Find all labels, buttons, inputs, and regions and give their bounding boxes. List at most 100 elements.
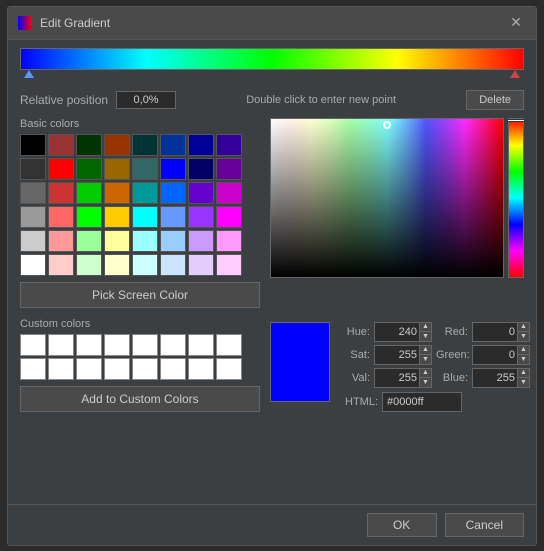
basic-color-swatch[interactable] [160, 254, 186, 276]
blue-spin-down[interactable]: ▼ [518, 378, 529, 387]
basic-color-swatch[interactable] [132, 134, 158, 156]
saturation-value-picker[interactable] [270, 118, 504, 278]
ok-button[interactable]: OK [367, 513, 437, 537]
basic-color-swatch[interactable] [216, 134, 242, 156]
custom-color-swatch[interactable] [76, 358, 102, 380]
basic-color-swatch[interactable] [216, 182, 242, 204]
basic-color-swatch[interactable] [216, 158, 242, 180]
custom-color-swatch[interactable] [76, 334, 102, 356]
delete-button[interactable]: Delete [466, 90, 524, 110]
basic-color-swatch[interactable] [160, 158, 186, 180]
basic-color-swatch[interactable] [188, 158, 214, 180]
red-spin-down[interactable]: ▼ [518, 332, 529, 341]
basic-color-swatch[interactable] [188, 254, 214, 276]
val-spin-down[interactable]: ▼ [420, 378, 431, 387]
basic-color-swatch[interactable] [104, 254, 130, 276]
basic-color-swatch[interactable] [132, 230, 158, 252]
color-controls: Hue: ▲ ▼ Red: ▲ [270, 318, 530, 412]
basic-color-swatch[interactable] [160, 182, 186, 204]
basic-color-swatch[interactable] [48, 158, 74, 180]
sat-spin-down[interactable]: ▼ [420, 355, 431, 364]
basic-color-swatch[interactable] [48, 206, 74, 228]
custom-color-swatch[interactable] [104, 334, 130, 356]
basic-color-swatch[interactable] [76, 182, 102, 204]
basic-color-swatch[interactable] [188, 206, 214, 228]
basic-color-swatch[interactable] [76, 254, 102, 276]
basic-color-swatch[interactable] [104, 158, 130, 180]
basic-color-swatch[interactable] [20, 254, 46, 276]
basic-color-swatch[interactable] [216, 254, 242, 276]
red-spin-up[interactable]: ▲ [518, 323, 529, 333]
custom-color-swatch[interactable] [160, 334, 186, 356]
blue-input[interactable] [472, 368, 518, 388]
basic-color-swatch[interactable] [132, 158, 158, 180]
basic-color-swatch[interactable] [20, 134, 46, 156]
hue-spin-up[interactable]: ▲ [420, 323, 431, 333]
basic-color-swatch[interactable] [76, 158, 102, 180]
basic-color-swatch[interactable] [48, 134, 74, 156]
custom-color-swatch[interactable] [48, 334, 74, 356]
basic-color-swatch[interactable] [20, 158, 46, 180]
basic-color-swatch[interactable] [20, 206, 46, 228]
relative-position-input[interactable] [116, 91, 176, 109]
basic-color-swatch[interactable] [132, 254, 158, 276]
gradient-marker-left[interactable] [24, 70, 34, 78]
val-spin-up[interactable]: ▲ [420, 369, 431, 379]
basic-color-swatch[interactable] [132, 206, 158, 228]
basic-color-swatch[interactable] [160, 206, 186, 228]
custom-color-swatch[interactable] [188, 358, 214, 380]
basic-color-swatch[interactable] [104, 206, 130, 228]
basic-color-swatch[interactable] [48, 230, 74, 252]
green-input[interactable] [472, 345, 518, 365]
relative-position-label: Relative position [20, 93, 108, 107]
basic-color-swatch[interactable] [104, 230, 130, 252]
custom-color-swatch[interactable] [188, 334, 214, 356]
basic-color-swatch[interactable] [160, 134, 186, 156]
basic-color-swatch[interactable] [48, 254, 74, 276]
basic-color-swatch[interactable] [160, 230, 186, 252]
basic-color-swatch[interactable] [188, 134, 214, 156]
basic-color-swatch[interactable] [76, 134, 102, 156]
basic-color-swatch[interactable] [20, 230, 46, 252]
gradient-marker-right[interactable] [510, 70, 520, 78]
basic-color-swatch[interactable] [132, 182, 158, 204]
add-to-custom-colors-button[interactable]: Add to Custom Colors [20, 386, 260, 412]
custom-color-swatch[interactable] [104, 358, 130, 380]
pick-screen-color-button[interactable]: Pick Screen Color [20, 282, 260, 308]
basic-color-swatch[interactable] [76, 206, 102, 228]
hue-input[interactable] [374, 322, 420, 342]
basic-color-swatch[interactable] [216, 230, 242, 252]
basic-color-swatch[interactable] [104, 134, 130, 156]
close-button[interactable]: ✕ [506, 13, 526, 33]
custom-color-swatch[interactable] [20, 358, 46, 380]
double-click-hint: Double click to enter new point [184, 94, 458, 106]
custom-color-swatch[interactable] [216, 334, 242, 356]
basic-color-swatch[interactable] [48, 182, 74, 204]
green-spin-up[interactable]: ▲ [518, 346, 529, 356]
basic-color-swatch[interactable] [20, 182, 46, 204]
hue-slider[interactable] [508, 118, 524, 278]
custom-color-swatch[interactable] [132, 358, 158, 380]
blue-spin-up[interactable]: ▲ [518, 369, 529, 379]
custom-color-swatch[interactable] [216, 358, 242, 380]
red-input[interactable] [472, 322, 518, 342]
sat-spin-up[interactable]: ▲ [420, 346, 431, 356]
basic-color-swatch[interactable] [188, 182, 214, 204]
dialog-footer: OK Cancel [8, 504, 536, 545]
custom-color-swatch[interactable] [48, 358, 74, 380]
gradient-bar[interactable] [20, 48, 524, 70]
html-label: HTML: [338, 396, 378, 408]
basic-color-swatch[interactable] [188, 230, 214, 252]
hue-spin-down[interactable]: ▼ [420, 332, 431, 341]
basic-color-swatch[interactable] [216, 206, 242, 228]
basic-color-swatch[interactable] [76, 230, 102, 252]
val-input[interactable] [374, 368, 420, 388]
html-input[interactable] [382, 392, 462, 412]
custom-color-swatch[interactable] [160, 358, 186, 380]
cancel-button[interactable]: Cancel [445, 513, 524, 537]
sat-input[interactable] [374, 345, 420, 365]
custom-color-swatch[interactable] [132, 334, 158, 356]
basic-color-swatch[interactable] [104, 182, 130, 204]
green-spin-down[interactable]: ▼ [518, 355, 529, 364]
custom-color-swatch[interactable] [20, 334, 46, 356]
